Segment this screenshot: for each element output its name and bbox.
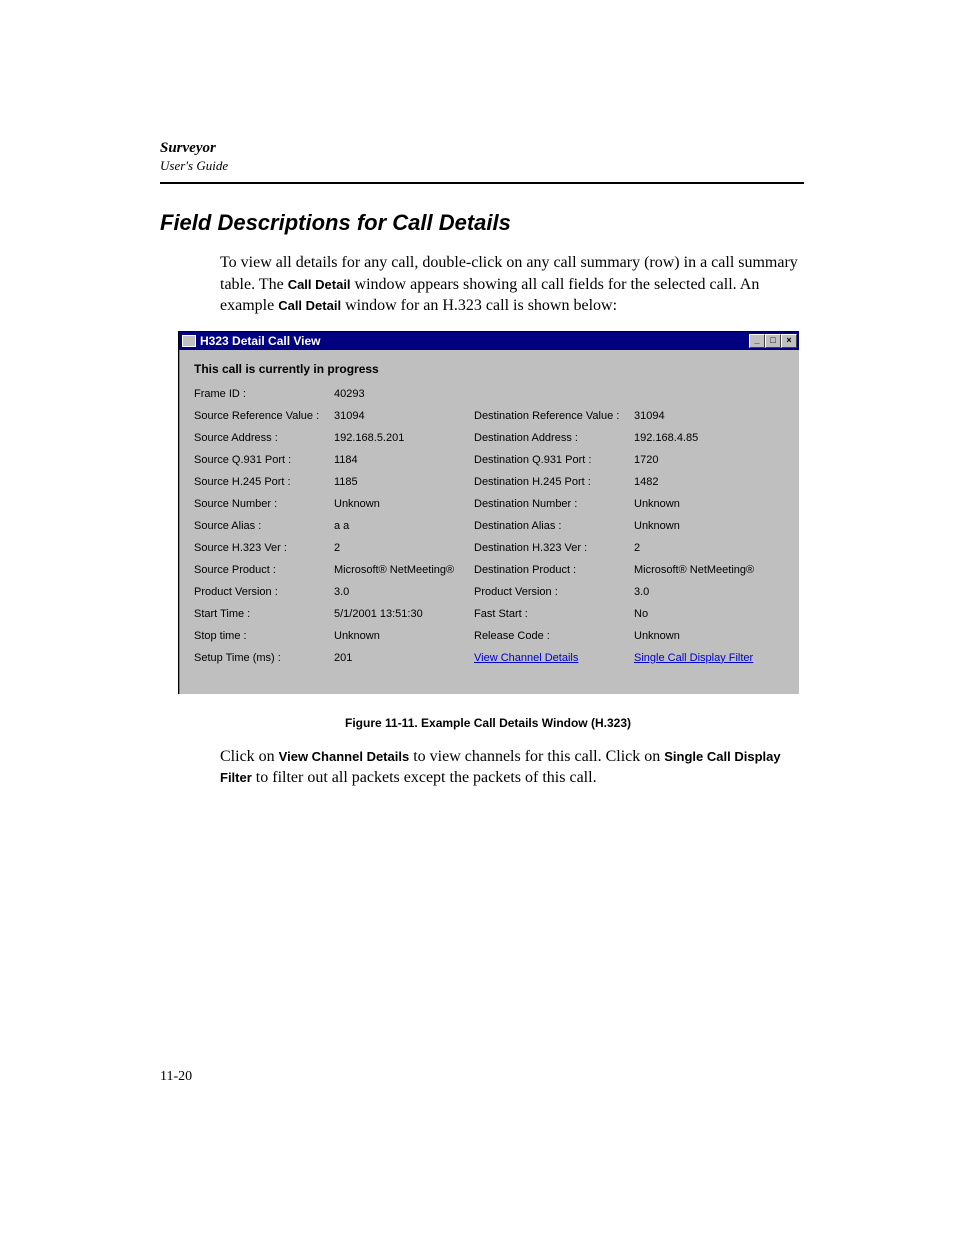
intro-bold-2: Call Detail [278, 298, 341, 313]
field-label: Product Version : [474, 586, 634, 598]
field-value: 40293 [334, 388, 474, 400]
window-body: This call is currently in progress Frame… [179, 350, 799, 694]
field-value: Unknown [334, 498, 474, 510]
field-value: 1482 [634, 476, 784, 488]
field-label: Destination Product : [474, 564, 634, 576]
field-label: Destination H.323 Ver : [474, 542, 634, 554]
field-label: Stop time : [194, 630, 334, 642]
field-label: Start Time : [194, 608, 334, 620]
guide-name: User's Guide [160, 158, 804, 174]
field-value: 201 [334, 652, 474, 664]
titlebar-left: H323 Detail Call View [182, 334, 321, 348]
field-value: 3.0 [334, 586, 474, 598]
field-value: 1184 [334, 454, 474, 466]
field-label: Frame ID : [194, 388, 334, 400]
minimize-icon: _ [754, 336, 759, 345]
page-header: Surveyor User's Guide [160, 140, 804, 174]
outro-text-3: to filter out all packets except the pac… [252, 769, 597, 786]
field-value: 5/1/2001 13:51:30 [334, 608, 474, 620]
field-value: a a [334, 520, 474, 532]
call-status: This call is currently in progress [194, 362, 785, 376]
field-value: 2 [334, 542, 474, 554]
field-label: Destination Reference Value : [474, 410, 634, 422]
field-value: 31094 [334, 410, 474, 422]
intro-bold-1: Call Detail [288, 277, 351, 292]
field-label: Source Address : [194, 432, 334, 444]
field-value [634, 388, 784, 400]
field-value: 3.0 [634, 586, 784, 598]
field-label: Release Code : [474, 630, 634, 642]
maximize-button[interactable]: □ [765, 334, 781, 348]
field-label: Source Product : [194, 564, 334, 576]
field-label: Product Version : [194, 586, 334, 598]
close-button[interactable]: × [781, 334, 797, 348]
view-channel-details-link[interactable]: View Channel Details [474, 652, 578, 664]
field-value: Microsoft® NetMeeting® [334, 564, 474, 576]
field-label [474, 388, 634, 400]
page-number: 11-20 [160, 1069, 192, 1085]
field-label: Source Number : [194, 498, 334, 510]
field-label: Destination Alias : [474, 520, 634, 532]
field-label: Source H.323 Ver : [194, 542, 334, 554]
field-label: Source Reference Value : [194, 410, 334, 422]
section-title: Field Descriptions for Call Details [160, 210, 804, 236]
maximize-icon: □ [770, 336, 775, 345]
field-label: Destination Q.931 Port : [474, 454, 634, 466]
intro-paragraph: To view all details for any call, double… [220, 252, 804, 317]
call-detail-window: H323 Detail Call View _ □ × This call is… [178, 331, 799, 694]
field-value: 192.168.4.85 [634, 432, 784, 444]
product-name: Surveyor [160, 140, 804, 157]
outro-paragraph: Click on View Channel Details to view ch… [220, 746, 804, 789]
app-icon [182, 335, 196, 347]
field-value: Unknown [634, 498, 784, 510]
field-label: Source Q.931 Port : [194, 454, 334, 466]
field-value: No [634, 608, 784, 620]
field-value: Unknown [634, 630, 784, 642]
field-value: Microsoft® NetMeeting® [634, 564, 784, 576]
detail-grid: Frame ID :40293Source Reference Value :3… [194, 388, 785, 664]
field-value: 2 [634, 542, 784, 554]
field-label: Destination H.245 Port : [474, 476, 634, 488]
titlebar[interactable]: H323 Detail Call View _ □ × [179, 332, 799, 350]
field-value: 192.168.5.201 [334, 432, 474, 444]
field-label: Destination Address : [474, 432, 634, 444]
field-label: Fast Start : [474, 608, 634, 620]
field-value: 1720 [634, 454, 784, 466]
field-label: Setup Time (ms) : [194, 652, 334, 664]
intro-text-3: window for an H.323 call is shown below: [341, 297, 617, 314]
field-label: Source Alias : [194, 520, 334, 532]
header-rule [160, 182, 804, 184]
outro-bold-1: View Channel Details [279, 749, 410, 764]
field-label: Destination Number : [474, 498, 634, 510]
field-label: Source H.245 Port : [194, 476, 334, 488]
page: Surveyor User's Guide Field Descriptions… [0, 0, 954, 1235]
field-value: 31094 [634, 410, 784, 422]
window-title: H323 Detail Call View [200, 334, 321, 348]
field-value: 1185 [334, 476, 474, 488]
close-icon: × [786, 336, 791, 345]
minimize-button[interactable]: _ [749, 334, 765, 348]
figure-caption: Figure 11-11. Example Call Details Windo… [178, 716, 798, 730]
window-controls: _ □ × [749, 334, 797, 348]
outro-text-2: to view channels for this call. Click on [409, 748, 664, 765]
single-call-display-filter-link[interactable]: Single Call Display Filter [634, 652, 753, 664]
outro-text-1: Click on [220, 748, 279, 765]
field-value: Unknown [634, 520, 784, 532]
field-value: Unknown [334, 630, 474, 642]
